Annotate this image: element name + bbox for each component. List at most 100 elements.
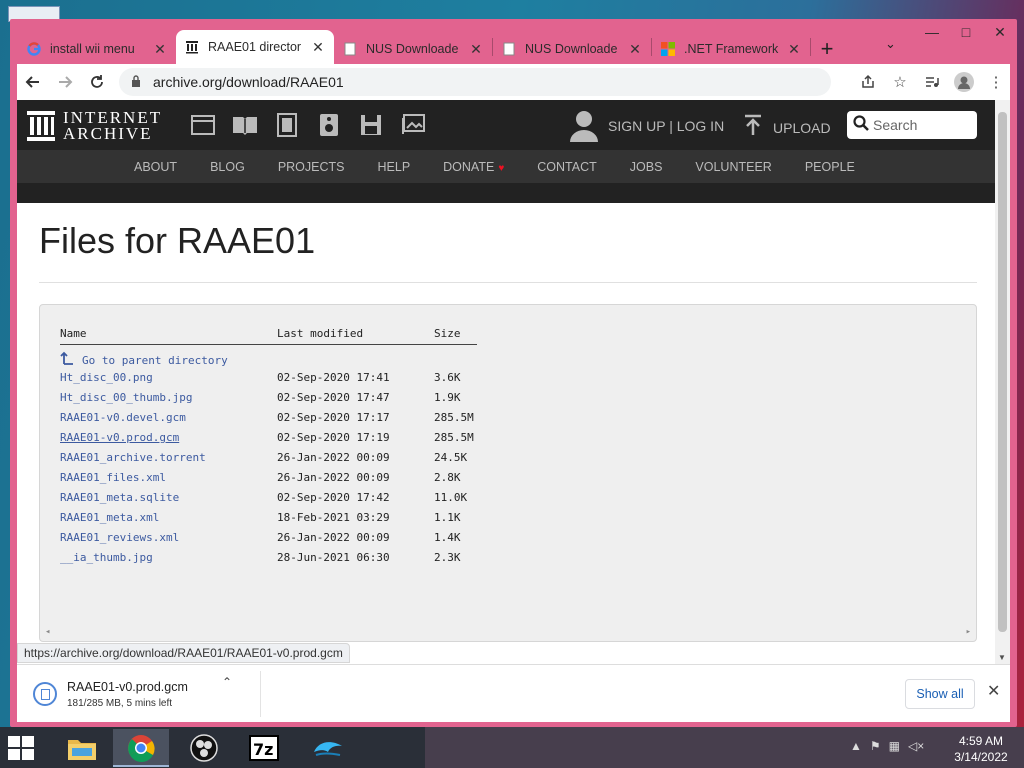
chevron-up-icon[interactable]: ⌃	[222, 675, 232, 689]
network-icon[interactable]: ▦	[889, 739, 900, 753]
web-icon[interactable]	[182, 112, 224, 138]
site-nav: ABOUT BLOG PROJECTS HELP DONATE ♥ CONTACT…	[17, 150, 995, 183]
file-modified: 02-Sep-2020 17:42	[277, 491, 390, 504]
ia-header: INTERNET ARCHIVE SIGN UP | LOG IN UPLOAD…	[17, 100, 995, 203]
clock-date: 3/14/2022	[954, 750, 1008, 764]
nav-about[interactable]: ABOUT	[134, 160, 177, 174]
download-item[interactable]: RAAE01-v0.prod.gcm 181/285 MB, 5 mins le…	[33, 675, 253, 713]
taskbar-clock[interactable]: 4:59 AM 3/14/2022	[948, 733, 1014, 765]
arrow-left-icon	[25, 76, 39, 88]
up-arrow-icon	[60, 351, 74, 369]
page-icon	[342, 41, 358, 57]
tab-nus-downloader-1[interactable]: NUS Downloade ✕	[334, 34, 492, 64]
sign-up-log-in-link[interactable]: SIGN UP | LOG IN	[608, 118, 724, 134]
chrome-icon[interactable]	[113, 729, 169, 767]
scroll-left-icon[interactable]: ◂	[45, 627, 50, 637]
tab-raae01-directory[interactable]: RAAE01 director ✕	[176, 30, 334, 64]
horizontal-scrollbar[interactable]: ◂ ▸	[40, 627, 976, 641]
file-link[interactable]: Ht_disc_00_thumb.jpg	[60, 391, 192, 404]
file-row: RAAE01_meta.xml 18-Feb-2021 03:29 1.1K	[60, 511, 477, 531]
dolphin-icon[interactable]	[300, 729, 356, 767]
scroll-right-icon[interactable]: ▸	[966, 627, 971, 637]
scrollbar-thumb[interactable]	[998, 112, 1007, 632]
file-link[interactable]: RAAE01_reviews.xml	[60, 531, 179, 544]
texts-icon[interactable]	[224, 112, 266, 138]
nav-contact[interactable]: CONTACT	[537, 160, 597, 174]
obs-icon[interactable]	[176, 729, 232, 767]
divider	[260, 671, 261, 717]
scroll-down-icon[interactable]: ▼	[998, 653, 1006, 662]
file-link[interactable]: RAAE01_meta.xml	[60, 511, 159, 524]
arrow-right-icon	[59, 76, 73, 88]
file-row: RAAE01_files.xml 26-Jan-2022 00:09 2.8K	[60, 471, 477, 491]
close-icon[interactable]: ✕	[786, 41, 802, 58]
video-icon[interactable]	[266, 112, 308, 138]
nav-blog[interactable]: BLOG	[210, 160, 245, 174]
archive-icon	[184, 39, 200, 55]
taskbar-highlight	[425, 727, 1024, 768]
file-row: RAAE01_reviews.xml 26-Jan-2022 00:09 1.4K	[60, 531, 477, 551]
column-last-modified: Last modified	[277, 327, 364, 340]
file-explorer-icon[interactable]	[54, 729, 110, 767]
download-progress-text: 181/285 MB, 5 mins left	[67, 697, 173, 709]
file-modified: 26-Jan-2022 00:09	[277, 531, 390, 544]
tab-nus-downloader-2[interactable]: NUS Downloade ✕	[493, 34, 651, 64]
tab-search-button[interactable]: ⌄	[885, 36, 896, 52]
file-link[interactable]: __ia_thumb.jpg	[60, 551, 153, 564]
bookmark-star-icon[interactable]: ☆	[884, 66, 916, 98]
close-icon[interactable]: ✕	[310, 39, 326, 56]
share-icon[interactable]	[852, 66, 884, 98]
address-bar[interactable]: archive.org/download/RAAE01	[119, 68, 831, 96]
file-size: 1.1K	[434, 511, 461, 524]
tab-install-wii-menu[interactable]: install wii menu ✕	[18, 34, 176, 64]
action-center-warning-icon[interactable]: ⚑	[870, 739, 881, 753]
volume-muted-icon[interactable]: ◁×	[908, 739, 924, 753]
media-control-icon[interactable]	[916, 66, 948, 98]
browser-window: install wii menu ✕ RAAE01 director ✕ NUS…	[10, 19, 1017, 727]
windows-start-icon[interactable]	[8, 736, 34, 760]
close-window-button[interactable]: ✕	[983, 19, 1017, 45]
download-filename: RAAE01-v0.prod.gcm	[67, 679, 188, 694]
file-link[interactable]: RAAE01_files.xml	[60, 471, 166, 484]
forward-button[interactable]	[49, 66, 81, 98]
software-icon[interactable]	[350, 112, 392, 138]
profile-avatar-icon[interactable]	[948, 66, 980, 98]
tab-title: .NET Framework	[684, 42, 779, 56]
file-link[interactable]: RAAE01-v0.devel.gcm	[60, 411, 186, 424]
images-icon[interactable]	[392, 112, 434, 138]
heart-icon: ♥	[498, 162, 505, 174]
vertical-scrollbar[interactable]: ▼	[995, 100, 1010, 664]
maximize-button[interactable]: □	[949, 19, 983, 45]
minimize-button[interactable]: —	[915, 19, 949, 45]
new-tab-button[interactable]: +	[811, 34, 843, 64]
nav-jobs[interactable]: JOBS	[630, 160, 663, 174]
menu-kebab-icon[interactable]: ⋮	[980, 66, 1012, 98]
file-size: 24.5K	[434, 451, 468, 464]
close-icon[interactable]: ✕	[152, 41, 168, 58]
file-link[interactable]: RAAE01_archive.torrent	[60, 451, 206, 464]
nav-donate[interactable]: DONATE ♥	[443, 160, 504, 174]
nav-projects[interactable]: PROJECTS	[278, 160, 345, 174]
nav-people[interactable]: PEOPLE	[805, 160, 855, 174]
close-icon[interactable]: ✕	[468, 41, 484, 58]
reload-button[interactable]	[81, 66, 113, 98]
tab-net-framework[interactable]: .NET Framework ✕	[652, 34, 810, 64]
show-all-button[interactable]: Show all	[905, 679, 975, 709]
close-icon[interactable]: ✕	[627, 41, 643, 58]
back-button[interactable]	[17, 66, 49, 98]
parent-directory-link[interactable]: Go to parent directory	[60, 351, 228, 369]
file-size: 2.3K	[434, 551, 461, 564]
internet-archive-logo[interactable]: INTERNET ARCHIVE	[27, 109, 162, 142]
file-link[interactable]: Ht_disc_00.png	[60, 371, 153, 384]
file-link[interactable]: RAAE01-v0.prod.gcm	[60, 431, 179, 444]
site-search-input[interactable]: Search	[847, 111, 977, 139]
close-icon[interactable]: ✕	[987, 681, 1000, 701]
7zip-icon[interactable]: 7z	[236, 729, 292, 767]
audio-icon[interactable]	[308, 112, 350, 138]
chevron-up-icon[interactable]: ▲	[850, 739, 862, 753]
nav-volunteer[interactable]: VOLUNTEER	[695, 160, 771, 174]
nav-donate-label: DONATE	[443, 159, 495, 174]
file-link[interactable]: RAAE01_meta.sqlite	[60, 491, 179, 504]
nav-help[interactable]: HELP	[378, 160, 411, 174]
upload-link[interactable]: UPLOAD	[743, 114, 831, 142]
